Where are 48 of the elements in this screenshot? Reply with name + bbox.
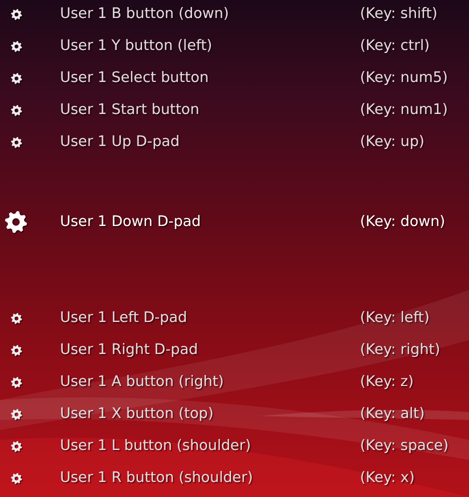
item-label: User 1 Left D-pad — [60, 310, 188, 326]
menu-item[interactable]: User 1 A button (right) (Key: z) — [0, 366, 469, 398]
item-value: (Key: up) — [360, 134, 424, 150]
item-value: (Key: x) — [360, 470, 415, 486]
menu-item[interactable]: User 1 B button (down) (Key: shift) — [0, 0, 469, 30]
item-label: User 1 Down D-pad — [60, 214, 202, 230]
gear-icon — [10, 312, 22, 324]
gear-icon — [10, 472, 22, 484]
item-value: (Key: space) — [360, 438, 449, 454]
gear-icon — [10, 72, 22, 84]
item-value: (Key: down) — [360, 214, 446, 230]
menu-item[interactable]: User 1 Up D-pad (Key: up) — [0, 126, 469, 158]
item-value: (Key: shift) — [360, 6, 438, 22]
item-label: User 1 Up D-pad — [60, 134, 181, 150]
menu-item[interactable]: User 1 Down D-pad (Key: down) — [0, 206, 469, 238]
menu-item[interactable]: User 1 Select button (Key: num5) — [0, 62, 469, 94]
menu-item[interactable]: User 1 Start button (Key: num1) — [0, 94, 469, 126]
item-value: (Key: ctrl) — [360, 38, 430, 54]
gear-icon — [10, 8, 22, 20]
gear-icon — [10, 136, 22, 148]
item-label: User 1 R button (shoulder) — [60, 470, 254, 486]
menu-item[interactable]: User 1 R button (shoulder) (Key: x) — [0, 462, 469, 494]
gear-icon — [5, 211, 27, 233]
gear-icon — [10, 40, 22, 52]
gear-icon — [10, 344, 22, 356]
item-value: (Key: num5) — [360, 70, 448, 86]
item-value: (Key: alt) — [360, 406, 425, 422]
item-label: User 1 Start button — [60, 102, 200, 118]
item-value: (Key: right) — [360, 342, 440, 358]
item-value: (Key: left) — [360, 310, 430, 326]
item-label: User 1 X button (top) — [60, 406, 215, 422]
item-label: User 1 A button (right) — [60, 374, 225, 390]
menu-item[interactable]: User 1 Right D-pad (Key: right) — [0, 334, 469, 366]
menu-item[interactable]: User 1 X button (top) (Key: alt) — [0, 398, 469, 430]
item-label: User 1 Y button (left) — [60, 38, 214, 54]
item-label: User 1 Right D-pad — [60, 342, 199, 358]
gear-icon — [10, 408, 22, 420]
menu-item[interactable]: User 1 Left D-pad (Key: left) — [0, 302, 469, 334]
gear-icon — [10, 440, 22, 452]
item-value: (Key: num1) — [360, 102, 448, 118]
item-value: (Key: z) — [360, 374, 414, 390]
menu-item[interactable]: User 1 Y button (left) (Key: ctrl) — [0, 30, 469, 62]
item-label: User 1 Select button — [60, 70, 210, 86]
item-label: User 1 B button (down) — [60, 6, 230, 22]
menu-item[interactable]: User 1 L button (shoulder) (Key: space) — [0, 430, 469, 462]
gear-icon — [10, 376, 22, 388]
gear-icon — [10, 104, 22, 116]
item-label: User 1 L button (shoulder) — [60, 438, 252, 454]
